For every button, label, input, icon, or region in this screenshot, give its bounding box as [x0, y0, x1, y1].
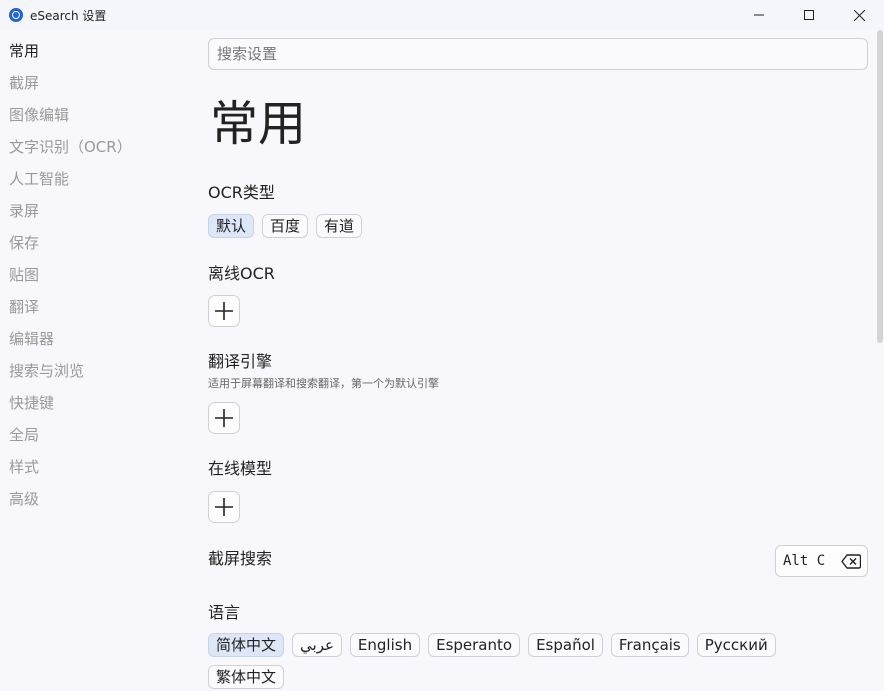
screenshot-search-title: 截屏搜索	[208, 549, 273, 568]
sidebar-item-shortcuts[interactable]: 快捷键	[9, 393, 54, 413]
sidebar-item-common[interactable]: 常用	[9, 41, 39, 61]
plus-icon	[215, 302, 233, 320]
scrollbar-thumb[interactable]	[877, 30, 883, 343]
window-title: eSearch 设置	[30, 8, 107, 23]
close-button[interactable]	[834, 0, 884, 30]
offline-ocr-title: 离线OCR	[208, 264, 275, 283]
sidebar-item-advanced[interactable]: 高级	[9, 489, 39, 509]
sidebar-item-ai[interactable]: 人工智能	[9, 169, 69, 189]
page-title: 常用	[210, 96, 307, 152]
sidebar-item-screen-record[interactable]: 录屏	[9, 201, 39, 221]
maximize-icon	[804, 10, 814, 20]
sidebar-item-global[interactable]: 全局	[9, 425, 39, 445]
sidebar-item-save[interactable]: 保存	[9, 233, 39, 253]
sidebar-item-search-browse[interactable]: 搜索与浏览	[9, 361, 84, 381]
backspace-icon	[841, 554, 862, 569]
ocr-type-option-youdao[interactable]: 有道	[316, 214, 363, 238]
screenshot-search-shortcut-field[interactable]: Alt C	[775, 545, 868, 577]
language-title: 语言	[208, 603, 241, 622]
close-icon	[853, 9, 865, 21]
clear-shortcut-button[interactable]	[841, 554, 862, 573]
ocr-type-option-baidu[interactable]: 百度	[262, 214, 309, 238]
add-online-model-button[interactable]	[208, 491, 240, 523]
language-options-row-1: 简体中文 عربي English Esperanto Español Fran…	[208, 633, 776, 657]
language-option-arabic[interactable]: عربي	[292, 633, 342, 657]
language-option-esperanto[interactable]: Esperanto	[428, 633, 521, 657]
language-option-english[interactable]: English	[349, 633, 421, 657]
esearch-app-icon	[9, 8, 23, 22]
search-settings-input[interactable]	[208, 38, 868, 70]
add-offline-ocr-button[interactable]	[208, 295, 240, 327]
sidebar-item-pin[interactable]: 贴图	[9, 265, 39, 285]
language-option-spanish[interactable]: Español	[528, 633, 603, 657]
ocr-type-option-default[interactable]: 默认	[208, 214, 255, 238]
ocr-type-title: OCR类型	[208, 183, 275, 202]
sidebar-item-screenshot[interactable]: 截屏	[9, 73, 39, 93]
minimize-icon	[754, 14, 764, 16]
online-model-title: 在线模型	[208, 459, 273, 478]
translate-engine-subtitle: 适用于屏幕翻译和搜索翻译，第一个为默认引擎	[208, 377, 439, 390]
shortcut-value: Alt C	[783, 553, 826, 569]
ocr-type-options: 默认 百度 有道	[208, 214, 363, 238]
language-options-row-2: 繁体中文	[208, 665, 285, 689]
sidebar-item-editor[interactable]: 编辑器	[9, 329, 54, 349]
translate-engine-title: 翻译引擎	[208, 352, 273, 371]
plus-icon	[215, 498, 233, 516]
sidebar-item-style[interactable]: 样式	[9, 457, 39, 477]
sidebar-item-image-edit[interactable]: 图像编辑	[9, 105, 69, 125]
sidebar-item-translate[interactable]: 翻译	[9, 297, 39, 317]
title-bar: eSearch 设置	[0, 0, 884, 30]
maximize-button[interactable]	[784, 0, 834, 30]
sidebar-item-ocr[interactable]: 文字识别（OCR）	[9, 137, 132, 157]
plus-icon	[215, 409, 233, 427]
language-option-zh-hans[interactable]: 简体中文	[208, 633, 285, 657]
content-scrollbar[interactable]	[876, 30, 884, 691]
window-controls	[734, 0, 884, 30]
language-option-russian[interactable]: Русский	[696, 633, 776, 657]
settings-content: 常用 OCR类型 默认 百度 有道 离线OCR 翻译引擎 适用于屏幕翻译和搜索翻…	[190, 30, 874, 691]
add-translate-engine-button[interactable]	[208, 402, 240, 434]
language-option-french[interactable]: Français	[610, 633, 689, 657]
language-option-zh-hant[interactable]: 繁体中文	[208, 665, 285, 689]
settings-sidebar: 常用 截屏 图像编辑 文字识别（OCR） 人工智能 录屏 保存 贴图 翻译 编辑…	[0, 30, 190, 691]
minimize-button[interactable]	[734, 0, 784, 30]
